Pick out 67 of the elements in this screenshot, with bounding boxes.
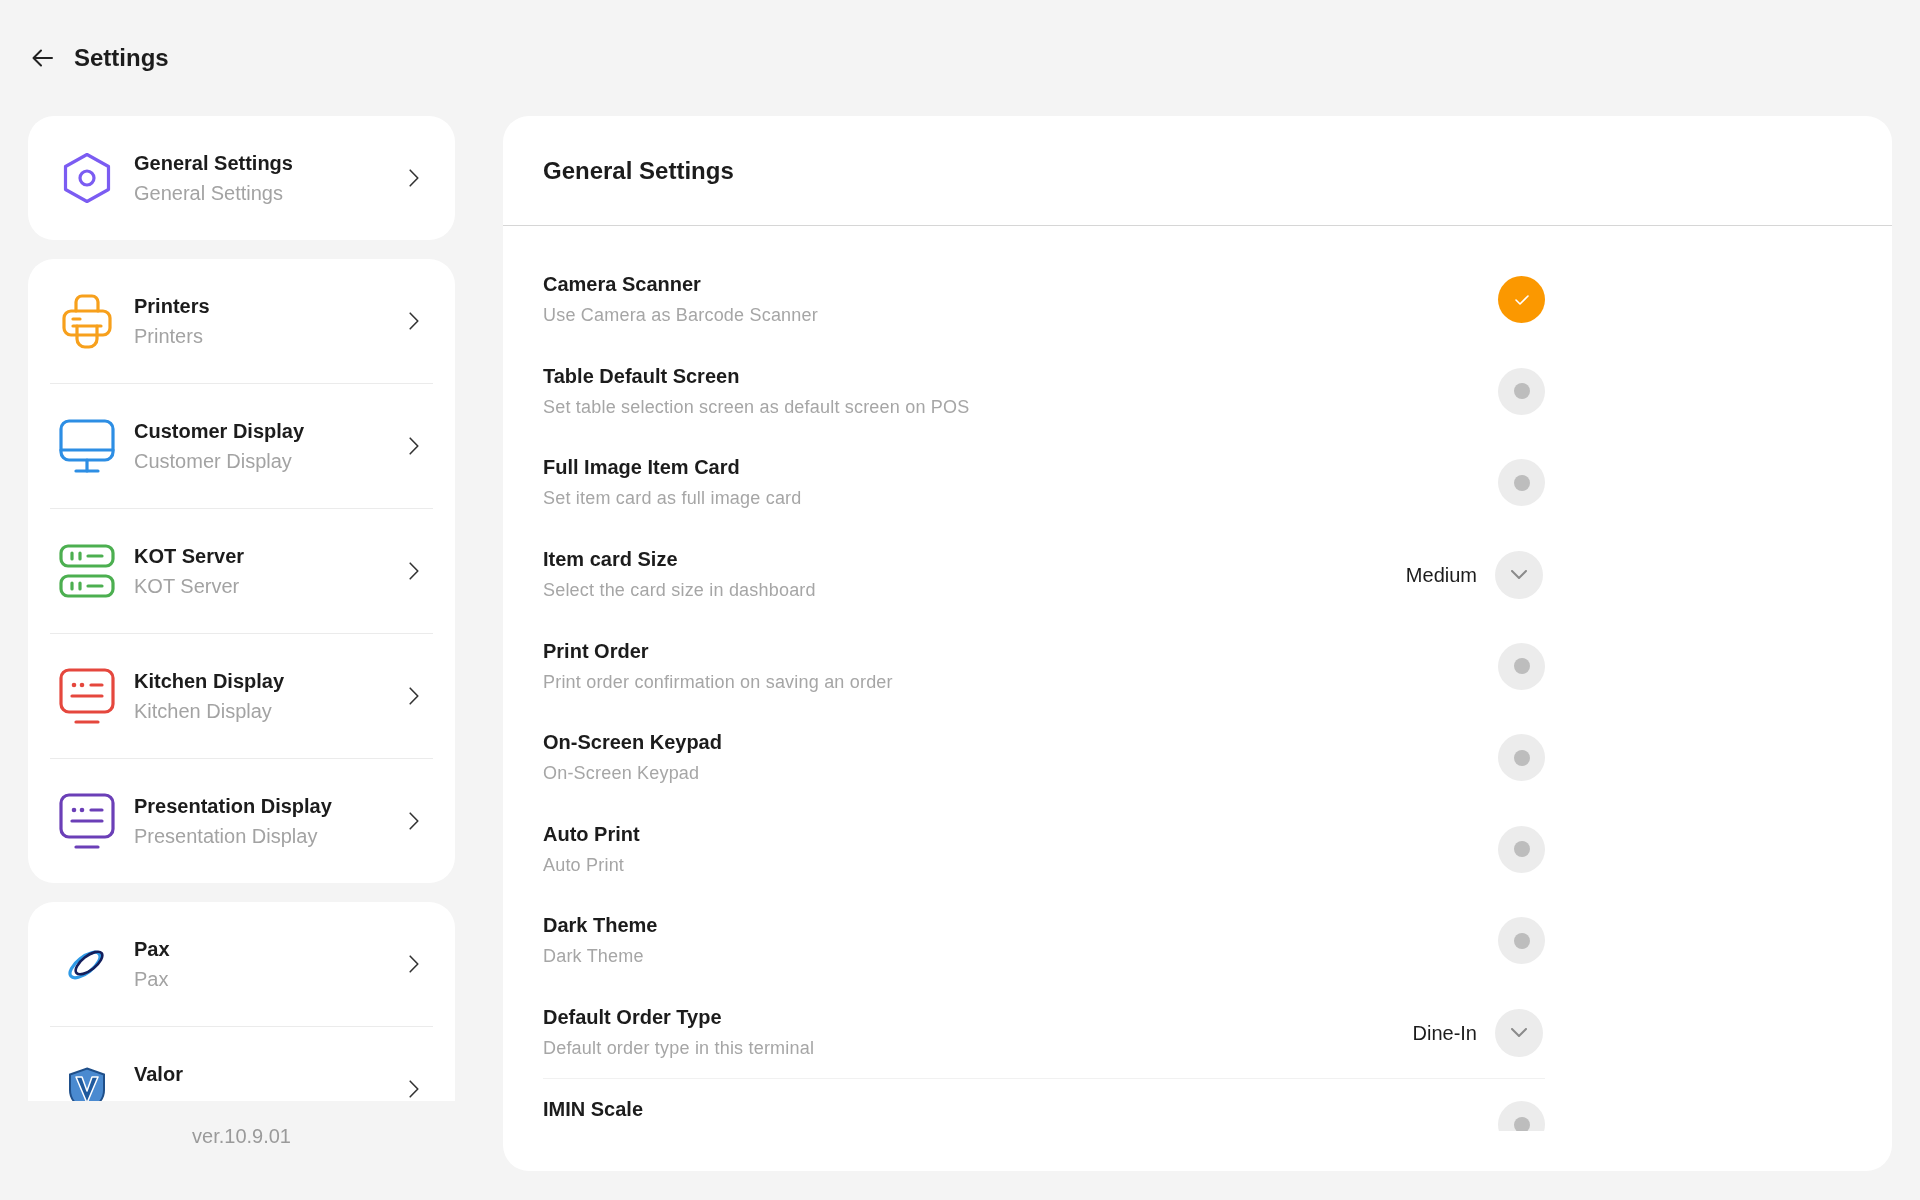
printer-icon: [62, 293, 112, 349]
monitor-text-icon: [59, 668, 115, 724]
menu-item[interactable]: Kitchen Display Kitchen Display: [28, 634, 455, 758]
setting-title: Item card Size: [543, 547, 679, 573]
toggle[interactable]: [1498, 642, 1545, 690]
setting-description: Set table selection screen as default screen on POS: [543, 395, 971, 419]
chevron-right-icon: [409, 312, 419, 330]
dot-icon: [1513, 749, 1530, 766]
chevron-right-icon: [409, 437, 419, 455]
select-value: Medium: [1405, 562, 1477, 588]
version-label: ver.10.9.01: [192, 1124, 291, 1148]
chevron-right-icon: [409, 1080, 419, 1098]
menu-item[interactable]: Presentation Display Presentation Display: [28, 759, 455, 883]
toggle[interactable]: [1498, 367, 1545, 415]
toggle[interactable]: [1498, 276, 1545, 324]
server-icon: [59, 544, 115, 598]
chevron-right-icon: [409, 955, 419, 973]
dot-icon: [1513, 658, 1530, 675]
chevron-down-icon: [1511, 1028, 1527, 1038]
menu-item[interactable]: General Settings General Settings: [28, 116, 455, 240]
setting-title: IMIN Scale: [543, 1097, 645, 1123]
menu-item[interactable]: Customer Display Customer Display: [28, 384, 455, 508]
dot-icon: [1513, 475, 1530, 491]
menu-item[interactable]: KOT Server KOT Server: [28, 509, 455, 633]
setting-description: Select the card size in dashboard: [543, 579, 817, 603]
toggle[interactable]: [1498, 917, 1545, 965]
setting-description: Default order type in this terminal: [543, 1037, 816, 1061]
setting-title: Default Order Type: [543, 1005, 723, 1031]
dropdown-button[interactable]: [1495, 1008, 1543, 1057]
menu-item[interactable]: Valor: [28, 1027, 455, 1101]
dot-icon: [1513, 383, 1530, 400]
setting-title: Table Default Screen: [543, 363, 741, 389]
chevron-right-icon: [409, 169, 419, 187]
chevron-down-icon: [1511, 570, 1527, 580]
chevron-right-icon: [409, 812, 419, 830]
dropdown-button[interactable]: [1495, 550, 1543, 599]
chevron-right-icon: [409, 562, 419, 580]
menu-item[interactable]: Printers Printers: [28, 259, 455, 383]
chevron-right-icon: [409, 687, 419, 705]
setting-title: Camera Scanner: [543, 272, 702, 298]
setting-title: Print Order: [543, 638, 650, 664]
page-title: Settings: [74, 43, 169, 73]
setting-title: Dark Theme: [543, 913, 659, 939]
toggle[interactable]: [1498, 734, 1545, 782]
setting-title: On-Screen Keypad: [543, 730, 723, 756]
dot-icon: [1513, 1116, 1530, 1131]
toggle[interactable]: [1498, 825, 1545, 873]
monitor-icon: [59, 418, 115, 474]
panel-title: General Settings: [543, 155, 734, 186]
setting-title: Full Image Item Card: [543, 455, 741, 481]
setting-title: Auto Print: [543, 821, 641, 847]
setting-description: On-Screen Keypad: [543, 762, 701, 786]
dot-icon: [1513, 932, 1530, 949]
hexagon-icon: [63, 152, 111, 204]
setting-description: Set item card as full image card: [543, 487, 803, 511]
setting-description: Use Camera as Barcode Scanner: [543, 304, 819, 328]
monitor-text-icon: [59, 793, 115, 849]
toggle[interactable]: [1498, 459, 1545, 507]
menu-item[interactable]: Pax Pax: [28, 902, 455, 1026]
check-icon: [1514, 294, 1529, 305]
back-button[interactable]: [32, 49, 53, 67]
setting-description: Auto Print: [543, 853, 626, 877]
dot-icon: [1513, 841, 1530, 858]
select-value: Dine-In: [1412, 1020, 1477, 1046]
setting-description: Print order confirmation on saving an order: [543, 670, 894, 694]
back-arrow-icon: [32, 49, 53, 67]
setting-description: Dark Theme: [543, 945, 645, 969]
